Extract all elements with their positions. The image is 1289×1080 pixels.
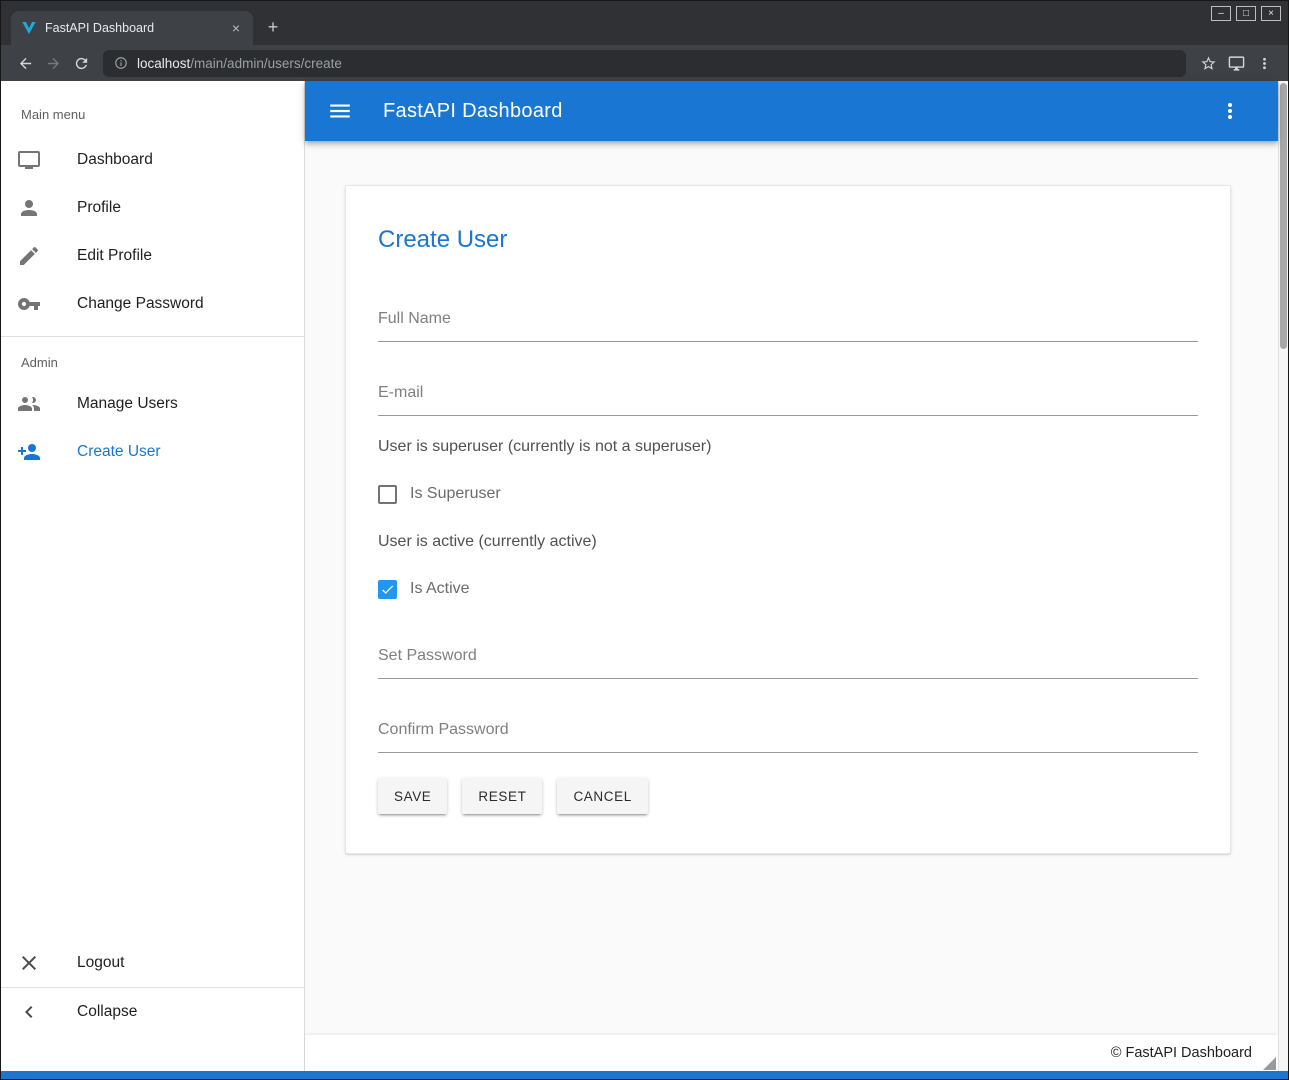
confirm-password-input[interactable] bbox=[378, 721, 1198, 753]
reset-button[interactable]: RESET bbox=[462, 778, 542, 814]
sidebar-item-dashboard[interactable]: Dashboard bbox=[1, 136, 304, 184]
full-name-field-wrap bbox=[378, 310, 1198, 342]
browser-toolbar: localhost/main/admin/users/create bbox=[1, 45, 1288, 81]
tab-bar: FastAPI Dashboard × + – □ × bbox=[1, 1, 1288, 45]
sidebar-item-logout[interactable]: Logout bbox=[1, 939, 304, 987]
set-password-field-wrap bbox=[378, 647, 1198, 679]
app-footer: © FastAPI Dashboard bbox=[305, 1035, 1278, 1071]
sidebar-item-label: Collapse bbox=[77, 1003, 137, 1021]
sidebar: Main menu Dashboard Profile Edit Profile bbox=[1, 81, 305, 1071]
pencil-icon bbox=[17, 244, 41, 268]
is-superuser-row[interactable]: Is Superuser bbox=[378, 482, 1198, 506]
set-password-input[interactable] bbox=[378, 647, 1198, 679]
superuser-hint: User is superuser (currently is not a su… bbox=[378, 438, 1198, 456]
sidebar-item-label: Edit Profile bbox=[77, 247, 152, 265]
site-info-icon[interactable] bbox=[114, 56, 128, 70]
confirm-password-field-wrap bbox=[378, 721, 1198, 753]
email-input[interactable] bbox=[378, 384, 1198, 416]
url-bar[interactable]: localhost/main/admin/users/create bbox=[103, 50, 1186, 77]
tab-title: FastAPI Dashboard bbox=[45, 21, 219, 35]
resize-grip-icon[interactable] bbox=[1263, 1057, 1276, 1070]
email-field-wrap bbox=[378, 384, 1198, 416]
page-title: Create User bbox=[378, 226, 1198, 254]
sidebar-item-create-user[interactable]: Create User bbox=[1, 428, 304, 476]
hamburger-menu-icon[interactable] bbox=[327, 98, 353, 124]
person-icon bbox=[17, 196, 41, 220]
install-app-icon[interactable] bbox=[1222, 49, 1250, 77]
tab-close-icon[interactable]: × bbox=[227, 19, 245, 37]
key-icon bbox=[17, 292, 41, 316]
appbar-title: FastAPI Dashboard bbox=[383, 100, 563, 123]
sidebar-item-label: Create User bbox=[77, 443, 161, 461]
url-text: localhost/main/admin/users/create bbox=[137, 56, 342, 71]
minimize-button[interactable]: – bbox=[1211, 6, 1231, 21]
app-bar: FastAPI Dashboard bbox=[305, 81, 1278, 141]
sidebar-item-label: Dashboard bbox=[77, 151, 153, 169]
browser-tab[interactable]: FastAPI Dashboard × bbox=[11, 11, 253, 45]
browser-window: FastAPI Dashboard × + – □ × localhost/ma… bbox=[0, 0, 1289, 1080]
create-user-card: Create User User is superuser (currently… bbox=[345, 185, 1231, 854]
window-controls: – □ × bbox=[1206, 6, 1281, 21]
scrollbar-thumb[interactable] bbox=[1280, 83, 1287, 349]
close-button[interactable]: × bbox=[1261, 6, 1281, 21]
sidebar-item-label: Change Password bbox=[77, 295, 204, 313]
sidebar-item-change-password[interactable]: Change Password bbox=[1, 280, 304, 328]
dashboard-icon bbox=[17, 148, 41, 172]
active-hint: User is active (currently active) bbox=[378, 533, 1198, 551]
back-icon[interactable] bbox=[11, 49, 39, 77]
person-add-icon bbox=[17, 440, 41, 464]
sidebar-item-profile[interactable]: Profile bbox=[1, 184, 304, 232]
url-host: localhost bbox=[137, 56, 190, 71]
sidebar-item-label: Manage Users bbox=[77, 395, 178, 413]
new-tab-button[interactable]: + bbox=[259, 13, 287, 41]
chevron-left-icon bbox=[17, 1000, 41, 1024]
form-actions: SAVE RESET CANCEL bbox=[378, 778, 1198, 814]
is-active-row[interactable]: Is Active bbox=[378, 577, 1198, 601]
main-area: FastAPI Dashboard Create User User is su… bbox=[305, 81, 1278, 1071]
cancel-button[interactable]: CANCEL bbox=[557, 778, 647, 814]
check-icon bbox=[380, 582, 395, 597]
bookmark-star-icon[interactable] bbox=[1194, 49, 1222, 77]
sidebar-section-header: Main menu bbox=[1, 81, 304, 136]
people-icon bbox=[17, 392, 41, 416]
reload-icon[interactable] bbox=[67, 49, 95, 77]
forward-icon[interactable] bbox=[39, 49, 67, 77]
sidebar-item-collapse[interactable]: Collapse bbox=[1, 988, 304, 1036]
logout-x-icon bbox=[17, 951, 41, 975]
browser-menu-icon[interactable] bbox=[1250, 49, 1278, 77]
sidebar-item-label: Logout bbox=[77, 954, 124, 972]
appbar-menu-icon[interactable] bbox=[1218, 99, 1242, 123]
sidebar-section-header: Admin bbox=[1, 337, 304, 380]
footer-accent-strip bbox=[1, 1071, 1288, 1079]
sidebar-item-label: Profile bbox=[77, 199, 121, 217]
full-name-input[interactable] bbox=[378, 310, 1198, 342]
save-button[interactable]: SAVE bbox=[378, 778, 447, 814]
page-scrollbar[interactable] bbox=[1278, 81, 1288, 1071]
is-active-label: Is Active bbox=[410, 580, 470, 598]
is-superuser-label: Is Superuser bbox=[410, 485, 501, 503]
sidebar-bottom: Logout Collapse bbox=[1, 939, 304, 1071]
url-path: /main/admin/users/create bbox=[190, 56, 342, 71]
maximize-button[interactable]: □ bbox=[1236, 6, 1256, 21]
vuetify-logo-icon bbox=[21, 20, 37, 36]
page: Main menu Dashboard Profile Edit Profile bbox=[1, 81, 1288, 1071]
is-superuser-checkbox[interactable] bbox=[378, 485, 397, 504]
sidebar-item-manage-users[interactable]: Manage Users bbox=[1, 380, 304, 428]
content-area: Create User User is superuser (currently… bbox=[305, 141, 1278, 1035]
copyright-text: © FastAPI Dashboard bbox=[1111, 1045, 1252, 1061]
sidebar-item-edit-profile[interactable]: Edit Profile bbox=[1, 232, 304, 280]
is-active-checkbox[interactable] bbox=[378, 580, 397, 599]
